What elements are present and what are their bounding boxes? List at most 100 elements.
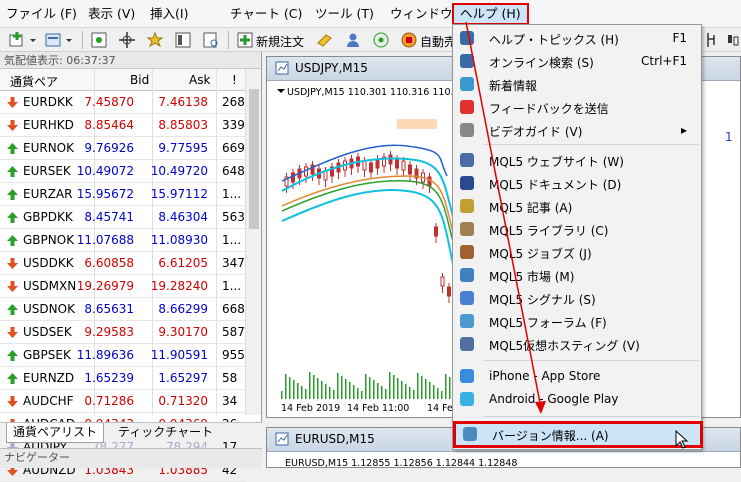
- chart2-title: EURUSD,M15: [295, 432, 375, 446]
- help-menu-item[interactable]: MQL5 ドキュメント (D): [453, 172, 701, 195]
- auto-trading-button[interactable]: 自動売: [420, 33, 456, 50]
- market-watch-row[interactable]: GBPNOK 11.07688 11.08930 1...: [0, 229, 246, 252]
- help-menu-item[interactable]: MQL5 市場 (M): [453, 264, 701, 287]
- volume-bar: [341, 376, 343, 399]
- help-menu-item[interactable]: MQL5 ウェブサイト (W): [453, 149, 701, 172]
- down-arrow-icon: [7, 396, 18, 407]
- mql5-hosting-icon: [460, 337, 474, 351]
- header-spread[interactable]: !: [232, 73, 237, 87]
- market-watch-row[interactable]: USDSEK 9.29583 9.30170 587: [0, 321, 246, 344]
- menu-view[interactable]: 表示 (V): [88, 4, 135, 24]
- tab-symbols[interactable]: 通貨ペアリスト: [6, 423, 105, 443]
- metaeditor-icon[interactable]: [316, 31, 334, 49]
- user-icon[interactable]: [344, 31, 362, 49]
- new-order-icon[interactable]: [236, 31, 254, 49]
- new-chart-icon[interactable]: [8, 31, 26, 49]
- help-menu-item[interactable]: MQL5 ジョブズ (J): [453, 241, 701, 264]
- spread-value: 648: [222, 164, 245, 178]
- scrollbar-thumb[interactable]: [249, 89, 259, 229]
- candle-body: [434, 226, 438, 237]
- menu-help[interactable]: ヘルプ (H): [452, 3, 529, 25]
- android-icon: [460, 392, 474, 406]
- market-watch-row[interactable]: USDDKK 6.60858 6.61205 347: [0, 252, 246, 275]
- chart-tool-icon[interactable]: [704, 31, 722, 49]
- market-watch-icon[interactable]: [90, 31, 108, 49]
- menu-chart[interactable]: チャート (C): [230, 4, 302, 24]
- symbol-name: EURDKK: [23, 95, 73, 109]
- help-menu-item[interactable]: フィードバックを送信: [453, 96, 701, 119]
- symbol-name: USDNOK: [23, 302, 75, 316]
- spread-value: 1...: [222, 279, 242, 293]
- market-watch-row[interactable]: EURZAR 15.95672 15.97112 1...: [0, 183, 246, 206]
- spread-value: 339: [222, 118, 245, 132]
- help-menu-item[interactable]: MQL5 ライブラリ (C): [453, 218, 701, 241]
- new-order-button[interactable]: 新規注文: [256, 33, 304, 50]
- volume-bar: [313, 375, 315, 399]
- menu-file[interactable]: ファイル (F): [6, 4, 77, 24]
- market-watch-row[interactable]: USDMXN 19.26979 19.28240 1...: [0, 275, 246, 298]
- candle-body: [408, 164, 412, 175]
- ask-value: 8.66299: [158, 302, 208, 316]
- symbol-name: EURSEK: [23, 164, 71, 178]
- market-watch-row[interactable]: EURNOK 9.76926 9.77595 669: [0, 137, 246, 160]
- menu-item-label: ビデオガイド (V): [489, 125, 583, 139]
- volume-bar: [361, 391, 363, 399]
- mql5-signals-icon: [460, 291, 474, 305]
- candle-tool-icon[interactable]: [724, 31, 741, 49]
- market-watch-scrollbar[interactable]: [245, 69, 261, 415]
- market-watch-row[interactable]: EURSEK 10.49072 10.49720 648: [0, 160, 246, 183]
- candle-body: [291, 172, 295, 183]
- dropdown-arrow-icon[interactable]: [28, 31, 38, 49]
- mql5-website-icon: [460, 153, 474, 167]
- tab-tick-chart[interactable]: ティックチャート: [112, 423, 219, 443]
- favorites-icon[interactable]: [146, 31, 164, 49]
- help-menu-item[interactable]: ビデオガイド (V) ▸: [453, 119, 701, 142]
- chart-window-icon: [275, 61, 289, 75]
- help-menu-item[interactable]: MQL5 記事 (A): [453, 195, 701, 218]
- volume-bar: [433, 385, 435, 399]
- volume-bar: [421, 376, 423, 399]
- dropdown-arrow-icon-2[interactable]: [64, 31, 74, 49]
- header-ask[interactable]: Ask: [189, 73, 210, 87]
- help-menu-item[interactable]: iPhone - App Store: [453, 365, 701, 388]
- market-watch-header: 通貨ペア Bid Ask !: [0, 69, 246, 91]
- navigator-icon[interactable]: [174, 31, 192, 49]
- signals-icon[interactable]: [372, 31, 390, 49]
- spread-value: 34: [222, 394, 238, 408]
- volume-bar: [337, 373, 339, 399]
- header-bid[interactable]: Bid: [130, 73, 149, 87]
- help-menu-item[interactable]: ヘルプ・トピックス (H) F1: [453, 27, 701, 50]
- market-watch-row[interactable]: GBPDKK 8.45741 8.46304 563: [0, 206, 246, 229]
- help-menu-item[interactable]: MQL5仮想ホスティング (V): [453, 333, 701, 356]
- time-label-1: 14 Feb 2019: [281, 403, 340, 414]
- crosshair-icon[interactable]: [118, 31, 136, 49]
- menu-insert[interactable]: 挿入(I): [150, 4, 188, 24]
- bid-value: 7.45870: [84, 95, 134, 109]
- down-arrow-icon: [7, 327, 18, 338]
- toolbar-separator-2: [228, 31, 229, 49]
- help-menu-item[interactable]: オンライン検索 (S) Ctrl+F1: [453, 50, 701, 73]
- market-watch-row[interactable]: EURNZD 1.65239 1.65297 58: [0, 367, 246, 390]
- volume-bar: [285, 374, 287, 399]
- menu-tools[interactable]: ツール (T): [315, 4, 374, 24]
- market-watch-row[interactable]: AUDCHF 0.71286 0.71320 34: [0, 390, 246, 413]
- volume-bar: [377, 383, 379, 399]
- header-symbol[interactable]: 通貨ペア: [10, 73, 58, 90]
- market-watch-row[interactable]: EURDKK 7.45870 7.46138 268: [0, 91, 246, 114]
- spread-value: 268: [222, 95, 245, 109]
- help-menu-item[interactable]: Android - Google Play: [453, 388, 701, 411]
- help-menu-item[interactable]: バージョン情報... (A): [453, 421, 703, 448]
- menu-item-label: ヘルプ・トピックス (H): [489, 33, 619, 47]
- market-watch-row[interactable]: EURHKD 8.85464 8.85803 339: [0, 114, 246, 137]
- market-watch-row[interactable]: USDNOK 8.65631 8.66299 668: [0, 298, 246, 321]
- help-menu-item[interactable]: MQL5 シグナル (S): [453, 287, 701, 310]
- down-arrow-icon: [7, 281, 18, 292]
- market-watch-panel: 気配値表示: 06:37:37 通貨ペア Bid Ask ! EURDKK 7.4…: [0, 52, 262, 482]
- help-menu-item[interactable]: MQL5 フォーラム (F): [453, 310, 701, 333]
- market-watch-row[interactable]: GBPSEK 11.89636 11.90591 955: [0, 344, 246, 367]
- profiles-icon[interactable]: [44, 31, 62, 49]
- help-menu-item[interactable]: 新着情報: [453, 73, 701, 96]
- navigator-panel-title[interactable]: ナビゲーター: [0, 448, 262, 468]
- auto-trading-icon[interactable]: [400, 31, 418, 49]
- terminal-icon[interactable]: [202, 31, 220, 49]
